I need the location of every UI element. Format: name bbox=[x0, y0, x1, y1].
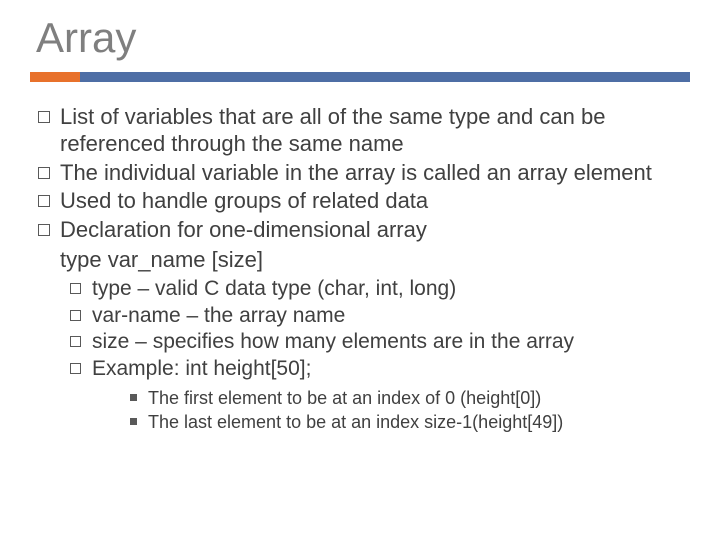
slide-title: Array bbox=[36, 14, 690, 62]
bullet-item: List of variables that are all of the sa… bbox=[34, 104, 686, 158]
subsub-bullet-item: The last element to be at an index size-… bbox=[130, 411, 686, 434]
sub-bullet-item: var-name – the array name bbox=[70, 303, 686, 330]
underline-body bbox=[80, 72, 690, 82]
bullet-list: List of variables that are all of the sa… bbox=[34, 104, 686, 244]
slide: Array List of variables that are all of … bbox=[0, 0, 720, 434]
content-area: List of variables that are all of the sa… bbox=[30, 82, 690, 434]
bullet-item: Declaration for one-dimensional array bbox=[34, 217, 686, 244]
sub-bullet-item: type – valid C data type (char, int, lon… bbox=[70, 276, 686, 303]
subsub-bullet-list: The first element to be at an index of 0… bbox=[130, 387, 686, 434]
syntax-line: type var_name [size] bbox=[60, 246, 686, 274]
underline-accent bbox=[30, 72, 80, 82]
subsub-bullet-item: The first element to be at an index of 0… bbox=[130, 387, 686, 410]
sub-bullet-list: type – valid C data type (char, int, lon… bbox=[70, 276, 686, 384]
sub-bullet-item: size – specifies how many elements are i… bbox=[70, 329, 686, 356]
sub-bullet-item: Example: int height[50]; bbox=[70, 356, 686, 383]
bullet-item: The individual variable in the array is … bbox=[34, 160, 686, 187]
title-underline bbox=[30, 72, 690, 82]
bullet-item: Used to handle groups of related data bbox=[34, 188, 686, 215]
